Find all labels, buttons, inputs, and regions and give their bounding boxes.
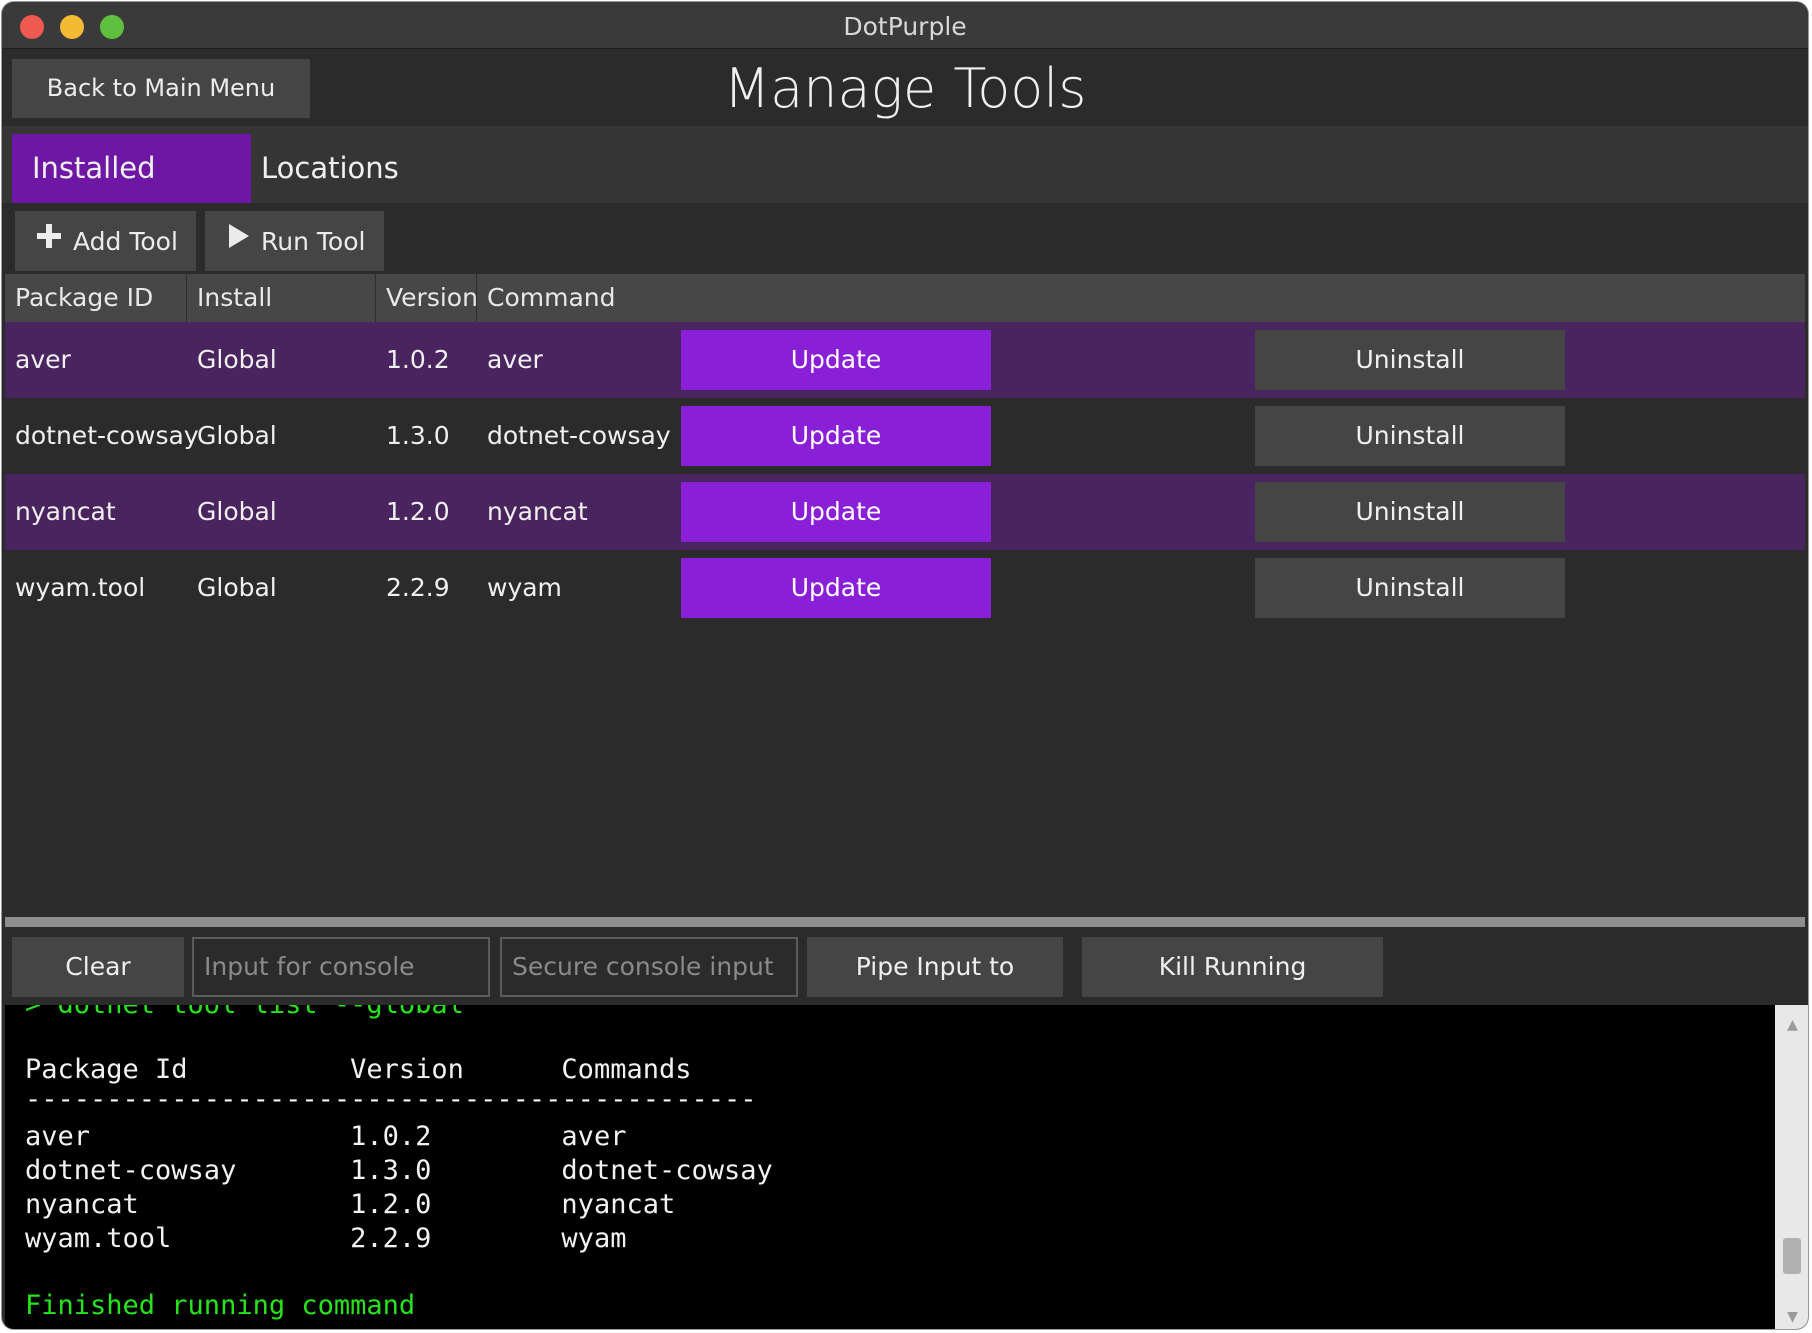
app-window: DotPurple Back to Main Menu Manage Tools… <box>2 2 1808 1329</box>
tab-bar: Installed Tools Locations <box>2 126 1808 254</box>
update-button[interactable]: Update <box>681 558 991 618</box>
table-row[interactable]: nyancat Global 1.2.0 nyancat Update Unin… <box>5 474 1805 550</box>
play-icon <box>227 212 251 272</box>
column-header-version[interactable]: Version <box>376 274 478 322</box>
console-input-field[interactable]: Input for console <box>192 937 490 997</box>
clear-console-button[interactable]: Clear Console <box>12 937 184 1041</box>
cell-package-id: aver <box>15 345 71 374</box>
column-header-command[interactable]: Command <box>477 274 1805 322</box>
console-splitter[interactable] <box>5 917 1805 927</box>
run-tool-button[interactable]: Run Tool <box>205 211 384 271</box>
cell-command: dotnet-cowsay <box>487 421 671 450</box>
add-tool-label: Add Tool <box>73 227 178 256</box>
cell-package-id: nyancat <box>15 497 116 526</box>
console-scrollbar[interactable]: ▲ ▼ <box>1775 1005 1808 1329</box>
update-button[interactable]: Update <box>681 330 991 390</box>
update-button[interactable]: Update <box>681 482 991 542</box>
secure-console-input-field[interactable]: Secure console input <box>500 937 798 997</box>
console-output[interactable]: > dotnet tool list --global Package Id V… <box>5 1005 1775 1329</box>
console-line: ----------------------------------------… <box>25 1084 757 1115</box>
cell-command: nyancat <box>487 497 588 526</box>
plus-icon <box>35 212 63 272</box>
run-tool-label: Run Tool <box>261 227 366 256</box>
table-header: Package ID Install Location Version Comm… <box>5 274 1805 360</box>
console-line: > dotnet tool list --global <box>25 1005 464 1022</box>
console-line: aver 1.0.2 aver <box>25 1121 627 1152</box>
cell-version: 2.2.9 <box>386 573 450 602</box>
toolbar: Add Tool Run Tool <box>2 203 1808 273</box>
uninstall-button[interactable]: Uninstall <box>1255 330 1565 390</box>
uninstall-button[interactable]: Uninstall <box>1255 406 1565 466</box>
scroll-up-arrow-icon[interactable]: ▲ <box>1775 1013 1808 1037</box>
pipe-input-button[interactable]: Pipe Input to Console <box>807 937 1063 1041</box>
scrollbar-thumb[interactable] <box>1783 1238 1801 1274</box>
tab-locations[interactable]: Locations <box>241 134 419 203</box>
uninstall-button[interactable]: Uninstall <box>1255 482 1565 542</box>
console-controls: Clear Console Input for console Secure c… <box>2 927 1808 1041</box>
cell-package-id: dotnet-cowsay <box>15 421 199 450</box>
cell-version: 1.3.0 <box>386 421 450 450</box>
column-header-package-id[interactable]: Package ID <box>5 274 187 322</box>
header: Back to Main Menu Manage Tools <box>2 49 1808 126</box>
cell-install-location: Global <box>197 573 277 602</box>
console-line: dotnet-cowsay 1.3.0 dotnet-cowsay <box>25 1155 773 1186</box>
cell-version: 1.2.0 <box>386 497 450 526</box>
page-title: Manage Tools <box>723 57 1087 120</box>
tab-installed-tools[interactable]: Installed Tools <box>12 134 251 254</box>
add-tool-button[interactable]: Add Tool <box>15 211 196 271</box>
table-row[interactable]: wyam.tool Global 2.2.9 wyam Update Unins… <box>5 550 1805 626</box>
scroll-down-arrow-icon[interactable]: ▼ <box>1775 1305 1808 1329</box>
column-header-install-location[interactable]: Install Location <box>187 274 376 360</box>
window-title: DotPurple <box>843 12 967 41</box>
table-row[interactable]: dotnet-cowsay Global 1.3.0 dotnet-cowsay… <box>5 398 1805 474</box>
console-line: Finished running command <box>25 1290 416 1321</box>
uninstall-button[interactable]: Uninstall <box>1255 558 1565 618</box>
console-line: wyam.tool 2.2.9 wyam <box>25 1223 627 1254</box>
kill-running-commands-button[interactable]: Kill Running Command(s) <box>1082 937 1383 1041</box>
cell-package-id: wyam.tool <box>15 573 146 602</box>
cell-command: aver <box>487 345 543 374</box>
cell-install-location: Global <box>197 345 277 374</box>
table-row[interactable]: aver Global 1.0.2 aver Update Uninstall <box>5 322 1805 398</box>
title-bar: DotPurple <box>2 2 1808 49</box>
update-button[interactable]: Update <box>681 406 991 466</box>
cell-version: 1.0.2 <box>386 345 450 374</box>
console-line: nyancat 1.2.0 nyancat <box>25 1189 676 1220</box>
cell-install-location: Global <box>197 497 277 526</box>
cell-install-location: Global <box>197 421 277 450</box>
console-line: Package Id Version Commands <box>25 1054 692 1085</box>
cell-command: wyam <box>487 573 562 602</box>
